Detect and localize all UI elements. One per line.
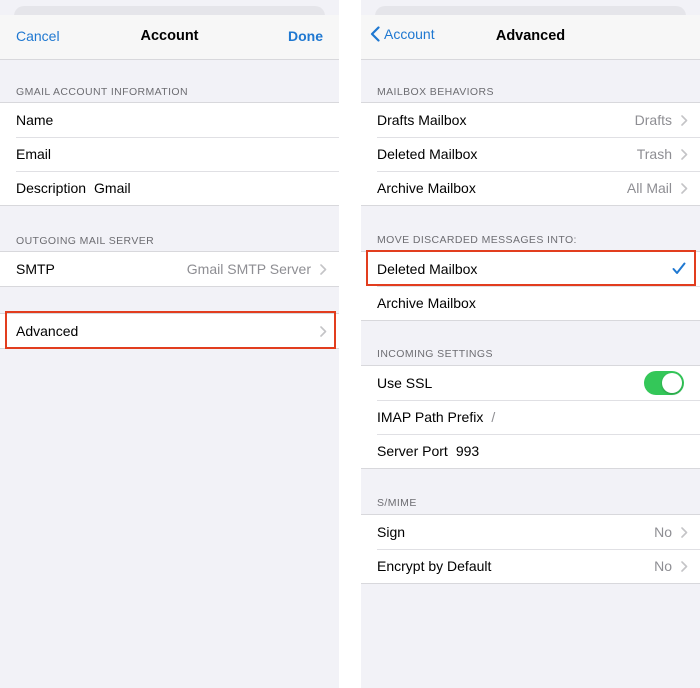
page-title: Advanced bbox=[495, 28, 566, 44]
discard-archive-mailbox-label: Archive Mailbox bbox=[377, 295, 476, 311]
server-port-label: Server Port bbox=[377, 443, 448, 459]
sign-row[interactable]: Sign No bbox=[361, 515, 700, 549]
email-label: Email bbox=[16, 146, 52, 162]
imap-path-prefix-label: IMAP Path Prefix bbox=[377, 409, 484, 425]
imap-path-prefix-row[interactable]: IMAP Path Prefix / bbox=[361, 400, 700, 434]
advanced-nav-bar: Account Advanced bbox=[361, 15, 700, 60]
checkmark-icon bbox=[672, 262, 686, 274]
discard-deleted-mailbox-option[interactable]: Deleted Mailbox bbox=[361, 252, 700, 286]
smime-group: Sign No Encrypt by Default No bbox=[361, 514, 700, 584]
section-header-outgoing: OUTGOING MAIL SERVER bbox=[16, 235, 155, 247]
use-ssl-label: Use SSL bbox=[377, 375, 433, 391]
chevron-right-icon bbox=[681, 149, 688, 160]
account-screen: Cancel Account Done GMAIL ACCOUNT INFORM… bbox=[0, 0, 339, 688]
smtp-value: Gmail SMTP Server bbox=[186, 261, 311, 277]
section-header-smime: S/MIME bbox=[377, 497, 417, 509]
mailbox-behaviors-group: Drafts Mailbox Drafts Deleted Mailbox Tr… bbox=[361, 102, 700, 206]
chevron-right-icon bbox=[681, 115, 688, 126]
use-ssl-row: Use SSL bbox=[361, 366, 700, 400]
encrypt-by-default-row[interactable]: Encrypt by Default No bbox=[361, 549, 700, 583]
encrypt-by-default-value: No bbox=[654, 558, 672, 574]
deleted-mailbox-label: Deleted Mailbox bbox=[377, 146, 478, 162]
deleted-mailbox-value: Trash bbox=[636, 146, 672, 162]
done-button[interactable]: Done bbox=[288, 28, 323, 44]
use-ssl-toggle[interactable] bbox=[644, 371, 684, 395]
section-header-mailbox-behaviors: MAILBOX BEHAVIORS bbox=[377, 86, 494, 98]
chevron-right-icon bbox=[681, 561, 688, 572]
account-nav-bar: Cancel Account Done bbox=[0, 15, 339, 60]
advanced-label: Advanced bbox=[16, 323, 79, 339]
drafts-mailbox-value: Drafts bbox=[634, 112, 672, 128]
advanced-group: Advanced bbox=[0, 313, 339, 349]
advanced-row[interactable]: Advanced bbox=[0, 314, 339, 348]
section-header-incoming: INCOMING SETTINGS bbox=[377, 348, 493, 360]
smtp-row[interactable]: SMTP Gmail SMTP Server bbox=[0, 252, 339, 286]
description-label: Description bbox=[16, 180, 87, 196]
imap-path-prefix-field[interactable]: / bbox=[491, 409, 495, 425]
section-header-move-discarded: MOVE DISCARDED MESSAGES INTO: bbox=[377, 234, 577, 246]
deleted-mailbox-row[interactable]: Deleted Mailbox Trash bbox=[361, 137, 700, 171]
outgoing-group: SMTP Gmail SMTP Server bbox=[0, 251, 339, 287]
toggle-knob bbox=[662, 373, 682, 393]
section-header-gmail-info: GMAIL ACCOUNT INFORMATION bbox=[16, 86, 188, 98]
chevron-right-icon bbox=[681, 527, 688, 538]
smtp-label: SMTP bbox=[16, 261, 55, 277]
incoming-settings-group: Use SSL IMAP Path Prefix / Server Port 9… bbox=[361, 365, 700, 469]
archive-mailbox-label: Archive Mailbox bbox=[377, 180, 476, 196]
chevron-right-icon bbox=[320, 264, 327, 275]
name-label: Name bbox=[16, 112, 54, 128]
chevron-right-icon bbox=[681, 183, 688, 194]
move-discarded-group: Deleted Mailbox Archive Mailbox bbox=[361, 251, 700, 321]
server-port-field[interactable]: 993 bbox=[456, 443, 479, 459]
sign-value: No bbox=[654, 524, 672, 540]
chevron-right-icon bbox=[320, 326, 327, 337]
drafts-mailbox-label: Drafts Mailbox bbox=[377, 112, 467, 128]
drafts-mailbox-row[interactable]: Drafts Mailbox Drafts bbox=[361, 103, 700, 137]
email-row[interactable]: Email bbox=[0, 137, 339, 171]
name-row[interactable]: Name bbox=[0, 103, 339, 137]
description-row[interactable]: Description Gmail bbox=[0, 171, 339, 205]
sign-label: Sign bbox=[377, 524, 406, 540]
discard-archive-mailbox-option[interactable]: Archive Mailbox bbox=[361, 286, 700, 320]
server-port-row[interactable]: Server Port 993 bbox=[361, 434, 700, 468]
advanced-screen: Account Advanced MAILBOX BEHAVIORS Draft… bbox=[361, 0, 700, 688]
description-value[interactable]: Gmail bbox=[94, 180, 131, 196]
archive-mailbox-value: All Mail bbox=[626, 180, 672, 196]
discard-deleted-mailbox-label: Deleted Mailbox bbox=[377, 261, 478, 277]
archive-mailbox-row[interactable]: Archive Mailbox All Mail bbox=[361, 171, 700, 205]
encrypt-by-default-label: Encrypt by Default bbox=[377, 558, 492, 574]
gmail-info-group: Name Email Description Gmail bbox=[0, 102, 339, 206]
